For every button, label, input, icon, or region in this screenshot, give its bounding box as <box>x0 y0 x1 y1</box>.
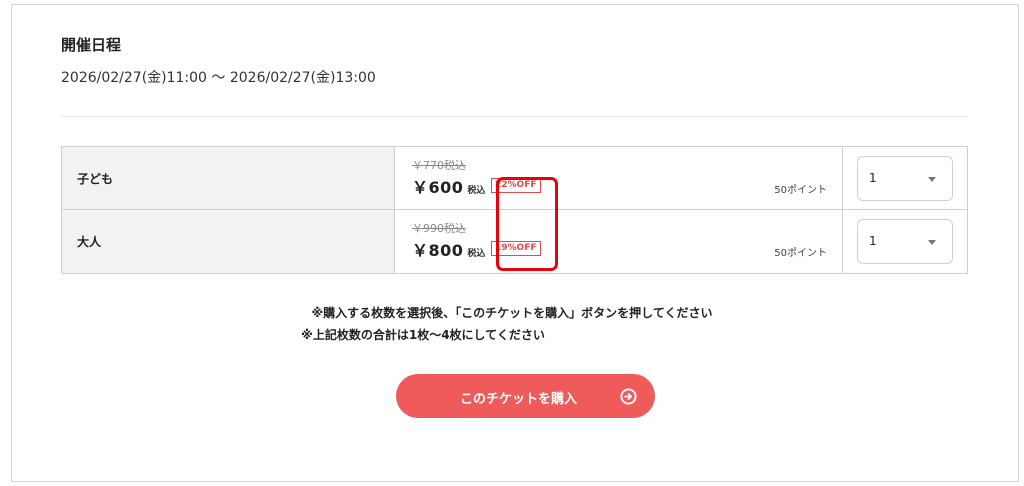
section-title: 開催日程 <box>61 36 122 54</box>
buy-button-label: このチケットを購入 <box>460 391 578 406</box>
ticket-price-cell: ￥770税込 ￥600 税込 22%OFF 50ポイント <box>395 147 843 209</box>
buy-ticket-button[interactable]: このチケットを購入 <box>396 374 655 418</box>
original-price: ￥770税込 <box>412 159 466 172</box>
ticket-name: 子ども <box>62 147 395 209</box>
tax-label: 税込 <box>467 186 486 196</box>
points-label: 50ポイント <box>774 248 827 259</box>
circle-arrow-right-icon <box>620 388 637 405</box>
original-price: ￥990税込 <box>412 222 466 235</box>
quantity-cell: 1 <box>843 210 969 273</box>
price-amount: ￥600 <box>412 178 464 197</box>
points-label: 50ポイント <box>774 185 827 196</box>
divider <box>61 116 969 117</box>
discounted-price: ￥800 税込 <box>412 237 485 261</box>
event-schedule: 2026/02/27(金)11:00 〜 2026/02/27(金)13:00 <box>61 70 376 86</box>
ticket-price-cell: ￥990税込 ￥800 税込 19%OFF 50ポイント <box>395 210 843 273</box>
chevron-down-icon <box>928 240 936 245</box>
discounted-price: ￥600 税込 <box>412 174 485 198</box>
quantity-select[interactable]: 1 <box>857 156 953 201</box>
discount-highlight-box <box>496 177 558 271</box>
chevron-down-icon <box>928 177 936 182</box>
note-line-2: ※上記枚数の合計は1枚〜4枚にしてください <box>301 328 545 342</box>
note-line-1: ※購入する枚数を選択後、「このチケットを購入」ボタンを押してください <box>311 306 713 320</box>
quantity-cell: 1 <box>843 147 969 209</box>
quantity-value: 1 <box>869 171 877 185</box>
purchase-notes: ※購入する枚数を選択後、「このチケットを購入」ボタンを押してください ※上記枚数… <box>0 302 1024 346</box>
quantity-value: 1 <box>869 234 877 248</box>
tax-label: 税込 <box>467 249 486 259</box>
price-amount: ￥800 <box>412 241 464 260</box>
ticket-name: 大人 <box>62 210 395 273</box>
quantity-select[interactable]: 1 <box>857 219 953 264</box>
